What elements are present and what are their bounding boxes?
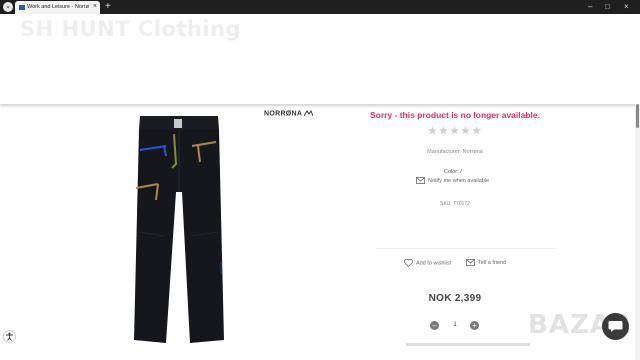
color-label: Color: / bbox=[444, 169, 462, 175]
notify-me-label: Notify me when available bbox=[428, 177, 490, 184]
browser-tab-bar: ⌄ Work and Leisure - Norrøna Sy... × + –… bbox=[0, 0, 640, 14]
manufacturer-label: Manufacturer: Norrøna bbox=[427, 149, 483, 155]
wishlist-label: Add to wishlist bbox=[416, 260, 452, 267]
star-icon[interactable] bbox=[472, 126, 481, 135]
quantity-decrease-button[interactable]: – bbox=[430, 321, 439, 330]
accessibility-button[interactable] bbox=[3, 330, 16, 343]
add-to-cart-bar[interactable] bbox=[406, 343, 530, 346]
tell-a-friend-link[interactable]: Tell a friend bbox=[466, 259, 506, 266]
sku-label: SKU: 770172 bbox=[440, 201, 470, 207]
heart-icon bbox=[404, 258, 413, 268]
chat-button[interactable] bbox=[602, 313, 629, 340]
tell-a-friend-label: Tell a friend bbox=[478, 259, 507, 266]
envelope-icon bbox=[416, 177, 425, 184]
brand-logo: NORRØNA bbox=[264, 109, 314, 118]
star-icon[interactable] bbox=[461, 126, 470, 135]
quantity-increase-button[interactable]: + bbox=[470, 321, 479, 330]
page-scrollbar[interactable] bbox=[635, 104, 640, 360]
brand-logo-text: NORRØNA bbox=[264, 110, 303, 118]
pants-icon bbox=[134, 116, 224, 343]
product-price: NOK 2,399 bbox=[428, 293, 482, 304]
tab-close-icon[interactable]: × bbox=[93, 3, 97, 11]
tab-favicon-icon bbox=[19, 5, 25, 10]
chat-icon bbox=[608, 321, 623, 332]
divider bbox=[376, 248, 556, 249]
envelope-icon bbox=[466, 259, 475, 266]
scroll-thumb[interactable] bbox=[636, 104, 639, 128]
minimize-button[interactable]: – bbox=[588, 1, 592, 13]
quantity-input[interactable]: 1 bbox=[448, 321, 462, 330]
close-window-button[interactable]: × bbox=[624, 1, 629, 13]
add-to-wishlist-link[interactable]: Add to wishlist bbox=[404, 258, 452, 268]
browser-tab[interactable]: Work and Leisure - Norrøna Sy... × bbox=[15, 1, 100, 14]
browser-menu-button[interactable]: ⌄ bbox=[3, 2, 13, 12]
site-header: SH HUNT Clothing bbox=[0, 14, 640, 104]
star-icon[interactable] bbox=[439, 126, 448, 135]
maximize-button[interactable]: □ bbox=[605, 1, 610, 13]
notify-me-link[interactable]: Notify me when available bbox=[416, 177, 489, 184]
star-icon[interactable] bbox=[428, 126, 437, 135]
product-image[interactable] bbox=[128, 112, 230, 348]
accessibility-icon bbox=[6, 332, 13, 341]
unavailable-message: Sorry - this product is no longer availa… bbox=[369, 110, 541, 120]
tab-title: Work and Leisure - Norrøna Sy... bbox=[27, 4, 89, 10]
rating-stars[interactable] bbox=[428, 126, 481, 136]
site-title[interactable]: SH HUNT Clothing bbox=[20, 17, 241, 41]
new-tab-button[interactable]: + bbox=[105, 1, 111, 13]
star-icon[interactable] bbox=[450, 126, 459, 135]
